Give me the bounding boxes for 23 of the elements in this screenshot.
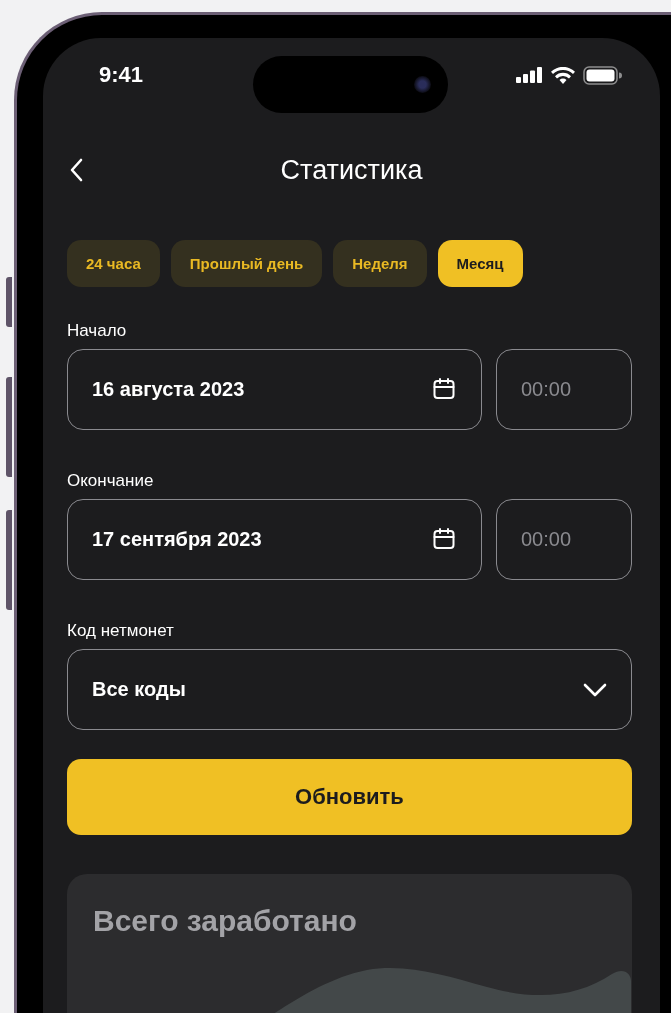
period-tab[interactable]: Прошлый день [170, 240, 323, 287]
battery-icon [583, 65, 622, 85]
screen-title: Статистика [280, 154, 423, 186]
time-field[interactable]: 00:00 [496, 499, 632, 580]
date-field[interactable]: 17 сентября 2023 [67, 499, 482, 580]
period-tab[interactable]: Месяц [437, 240, 523, 287]
period-tab[interactable]: 24 часа [67, 240, 160, 287]
card-title: Всего заработано [93, 904, 357, 938]
field-label: Окончание [67, 471, 155, 491]
time-field[interactable]: 00:00 [496, 349, 632, 430]
signal-icon [516, 67, 543, 83]
period-tab[interactable]: Неделя [333, 240, 427, 287]
status-time: 9:41 [99, 62, 144, 88]
refresh-button[interactable]: Обновить [67, 759, 632, 835]
calendar-icon [432, 377, 456, 401]
code-dropdown[interactable]: Все коды [67, 649, 632, 730]
calendar-icon [432, 527, 456, 551]
wifi-icon [551, 66, 575, 84]
back-icon [69, 158, 83, 182]
field-label: Код нетмонет [67, 621, 175, 641]
chevron-down-icon [583, 682, 607, 697]
field-label: Начало [67, 321, 128, 341]
date-field[interactable]: 16 августа 2023 [67, 349, 482, 430]
